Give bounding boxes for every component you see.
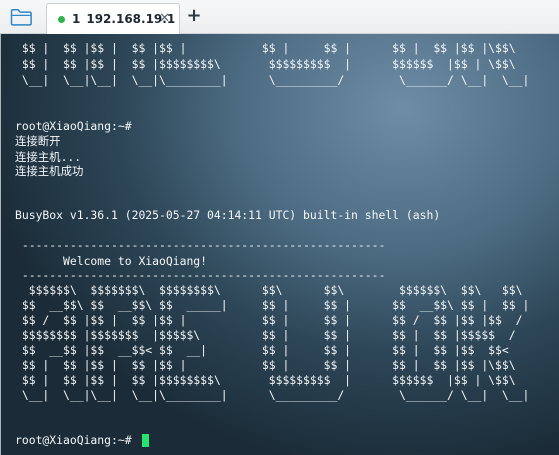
connected-status-icon [58, 15, 65, 23]
terminal-app-window: 1 192.168.19.1 ✕ + $$ | $$ |$$ | $$ |$$ … [0, 0, 559, 455]
new-tab-button[interactable]: + [185, 7, 203, 25]
terminal-line: \__| \__|\__| \__|\________| \_________/… [15, 388, 530, 402]
open-folder-button[interactable] [7, 6, 35, 28]
tab-index: 1 [72, 12, 81, 26]
terminal-line: $$$$$$\ $$$$$$$\ $$$$$$$$\ $$\ $$\ $$$$$… [15, 283, 523, 297]
terminal-line: $$ | $$ |$$ | $$ |$$$$$$$$\ $$$$$$$$$ | … [15, 57, 516, 71]
terminal-line: ----------------------------------------… [15, 238, 386, 252]
terminal-line: $$ __$$\ $$ __$$\ $$ _____| $$ | $$ | $$… [15, 298, 530, 312]
terminal-line: BusyBox v1.36.1 (2025-05-27 04:14:11 UTC… [15, 208, 441, 222]
terminal-line: 连接主机... [15, 150, 82, 164]
terminal-line: $$ | $$ |$$ | $$ |$$ | $$ | $$ | $$ | $$… [15, 358, 516, 372]
tab-session-1[interactable]: 1 192.168.19.1 ✕ [46, 3, 180, 34]
terminal-line: \__| \__|\__| \__|\________| \_________/… [15, 73, 530, 87]
terminal-output[interactable]: $$ | $$ |$$ | $$ |$$ | $$ | $$ | $$ | $$… [0, 34, 559, 455]
terminal-line: Welcome to XiaoQiang! [15, 254, 208, 268]
terminal-line: $$ / $$ |$$ | $$ |$$ | $$ | $$ | $$ / $$… [15, 313, 523, 327]
terminal-prompt: root@XiaoQiang:~# [15, 433, 132, 447]
tab-bar: 1 192.168.19.1 ✕ + [0, 0, 559, 34]
terminal-line: 连接主机成功 [15, 164, 84, 178]
terminal-line: $$ __$$ |$$ __$$< $$ __| $$ | $$ | $$ | … [15, 343, 509, 357]
terminal-line: root@XiaoQiang:~# [15, 119, 132, 133]
terminal-line: $$ | $$ |$$ | $$ |$$$$$$$$\ $$$$$$$$$ | … [15, 373, 516, 387]
terminal-line: 连接断开 [15, 134, 61, 148]
terminal-line: ----------------------------------------… [15, 268, 386, 282]
terminal-cursor[interactable] [142, 434, 149, 447]
terminal-line: $$ | $$ |$$ | $$ |$$ | $$ | $$ | $$ | $$… [15, 41, 516, 55]
close-tab-icon[interactable]: ✕ [159, 11, 170, 27]
terminal-line: $$$$$$$$ |$$$$$$$ |$$$$$\ $$ | $$ | $$ |… [15, 328, 516, 342]
folder-icon [10, 9, 32, 26]
